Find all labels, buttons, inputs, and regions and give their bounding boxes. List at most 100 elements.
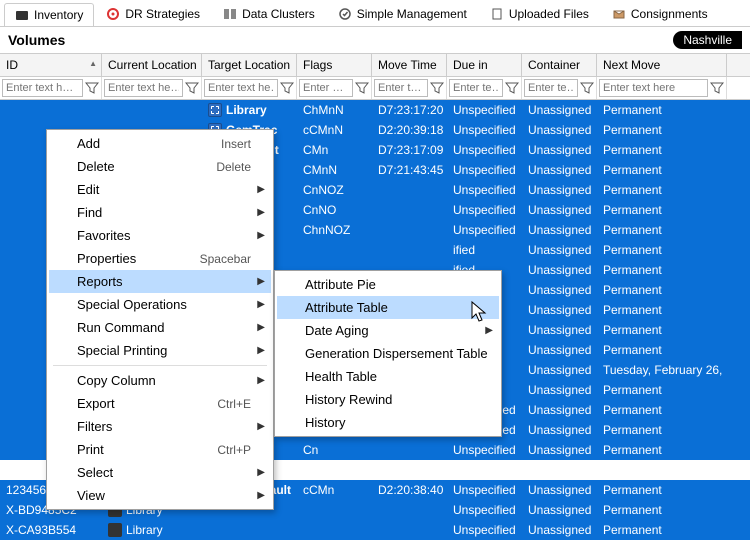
menu-item-generation-dispersement-table[interactable]: Generation Dispersement Table <box>277 342 499 365</box>
tab-simple-management[interactable]: Simple Management <box>327 2 478 25</box>
filter-input[interactable] <box>599 79 708 97</box>
menu-item-view[interactable]: View▶ <box>49 484 271 507</box>
grid-header: ID▲Current LocationTarget LocationFlagsM… <box>0 54 750 77</box>
cell-next-move: Permanent <box>597 241 727 259</box>
cell-due-in <box>447 468 522 472</box>
cell-container: Unassigned <box>522 521 597 539</box>
table-row[interactable]: X-CA93B554LibraryUnspecifiedUnassignedPe… <box>0 520 750 540</box>
col-target-location[interactable]: Target Location <box>202 54 297 76</box>
menu-item-favorites[interactable]: Favorites▶ <box>49 224 271 247</box>
table-row[interactable]: LibraryChMnND7:23:17:20UnspecifiedUnassi… <box>0 100 750 120</box>
menu-item-special-operations[interactable]: Special Operations▶ <box>49 293 271 316</box>
menu-item-health-table[interactable]: Health Table <box>277 365 499 388</box>
filter-input[interactable] <box>374 79 428 97</box>
menu-item-select[interactable]: Select▶ <box>49 461 271 484</box>
tab-dr-strategies[interactable]: DR Strategies <box>95 2 211 25</box>
cell-due-in: Unspecified <box>447 441 522 459</box>
cell-next-move: Permanent <box>597 501 727 519</box>
submenu-arrow-icon: ▶ <box>257 184 265 195</box>
menu-item-attribute-table[interactable]: Attribute Table <box>277 296 499 319</box>
menu-item-copy-column[interactable]: Copy Column▶ <box>49 369 271 392</box>
filter-icon[interactable] <box>355 81 369 95</box>
cell-due-in: ified <box>447 241 522 259</box>
menu-label: Attribute Table <box>305 300 388 315</box>
filter-icon[interactable] <box>710 81 724 95</box>
cell-next-move: Permanent <box>597 201 727 219</box>
menu-item-run-command[interactable]: Run Command▶ <box>49 316 271 339</box>
cell-move-time: D7:23:17:09 <box>372 141 447 159</box>
col-due-in[interactable]: Due in <box>447 54 522 76</box>
menu-item-delete[interactable]: DeleteDelete <box>49 155 271 178</box>
cell-container: Unassigned <box>522 201 597 219</box>
tab-label: Data Clusters <box>242 7 315 21</box>
cell-container: Unassigned <box>522 141 597 159</box>
filter-col-container <box>522 77 597 99</box>
cell-due-in: Unspecified <box>447 521 522 539</box>
filter-input[interactable] <box>104 79 183 97</box>
cell-next-move: Permanent <box>597 421 727 439</box>
filter-icon[interactable] <box>580 81 594 95</box>
cell-flags: CnNO <box>297 201 372 219</box>
menu-label: Special Printing <box>77 343 167 358</box>
filter-icon[interactable] <box>185 81 199 95</box>
tab-label: Consignments <box>631 7 708 21</box>
filter-icon[interactable] <box>85 81 99 95</box>
filter-input[interactable] <box>449 79 503 97</box>
menu-item-history[interactable]: History <box>277 411 499 434</box>
cell-container: Unassigned <box>522 221 597 239</box>
filter-input[interactable] <box>524 79 578 97</box>
menu-item-history-rewind[interactable]: History Rewind <box>277 388 499 411</box>
filter-icon[interactable] <box>430 81 444 95</box>
filter-col-id <box>0 77 102 99</box>
cell-next-move: Permanent <box>597 141 727 159</box>
filter-icon[interactable] <box>505 81 519 95</box>
cell-container <box>522 468 597 472</box>
context-menu[interactable]: AddInsertDeleteDeleteEdit▶Find▶Favorites… <box>46 129 274 510</box>
reports-submenu[interactable]: Attribute Pie Attribute Table Date Aging▶G… <box>274 270 502 437</box>
filter-icon[interactable] <box>280 81 294 95</box>
menu-item-special-printing[interactable]: Special Printing▶ <box>49 339 271 362</box>
cell-container: Unassigned <box>522 501 597 519</box>
cell-move-time: D2:20:38:40 <box>372 481 447 499</box>
menu-item-edit[interactable]: Edit ▶ <box>49 178 271 201</box>
col-move-time[interactable]: Move Time <box>372 54 447 76</box>
menu-item-filters[interactable]: Filters▶ <box>49 415 271 438</box>
submenu-arrow-icon: ▶ <box>257 276 265 287</box>
cell-flags: cCMn <box>297 481 372 499</box>
col-current-location[interactable]: Current Location <box>102 54 202 76</box>
menu-item-export[interactable]: ExportCtrl+E <box>49 392 271 415</box>
tab-data-clusters[interactable]: Data Clusters <box>212 2 326 25</box>
tab-consignments[interactable]: Consignments <box>601 2 719 25</box>
menu-item-find[interactable]: Find▶ <box>49 201 271 224</box>
cell-container: Unassigned <box>522 301 597 319</box>
menu-shortcut: Spacebar <box>200 252 251 266</box>
cell-flags: cCMnN <box>297 121 372 139</box>
tab-inventory[interactable]: Inventory <box>4 3 94 26</box>
filter-input[interactable] <box>204 79 278 97</box>
cell-flags <box>297 508 372 512</box>
tab-label: DR Strategies <box>125 7 200 21</box>
col-container[interactable]: Container <box>522 54 597 76</box>
cell-next-move: Permanent <box>597 281 727 299</box>
cell-id: X-CA93B554 <box>0 521 102 539</box>
menu-label: Add <box>77 136 100 151</box>
filter-input[interactable] <box>2 79 83 97</box>
menu-item-reports[interactable]: Reports▶ <box>49 270 271 293</box>
menu-item-attribute-pie[interactable]: Attribute Pie <box>277 273 499 296</box>
menu-item-properties[interactable]: PropertiesSpacebar <box>49 247 271 270</box>
col-id[interactable]: ID▲ <box>0 54 102 76</box>
page-title: Volumes <box>8 32 65 48</box>
submenu-arrow-icon: ▶ <box>257 421 265 432</box>
col-label: Next Move <box>603 58 660 72</box>
col-flags[interactable]: Flags <box>297 54 372 76</box>
tab-uploaded-files[interactable]: Uploaded Files <box>479 2 600 25</box>
menu-label: Edit <box>77 182 99 197</box>
menu-item-date-aging[interactable]: Date Aging▶ <box>277 319 499 342</box>
menu-shortcut: Ctrl+E <box>217 397 251 411</box>
menu-item-add[interactable]: AddInsert <box>49 132 271 155</box>
menu-item-print[interactable]: PrintCtrl+P <box>49 438 271 461</box>
cell-next-move <box>597 468 727 472</box>
menu-label: Find <box>77 205 102 220</box>
col-next-move[interactable]: Next Move <box>597 54 727 76</box>
filter-input[interactable] <box>299 79 353 97</box>
